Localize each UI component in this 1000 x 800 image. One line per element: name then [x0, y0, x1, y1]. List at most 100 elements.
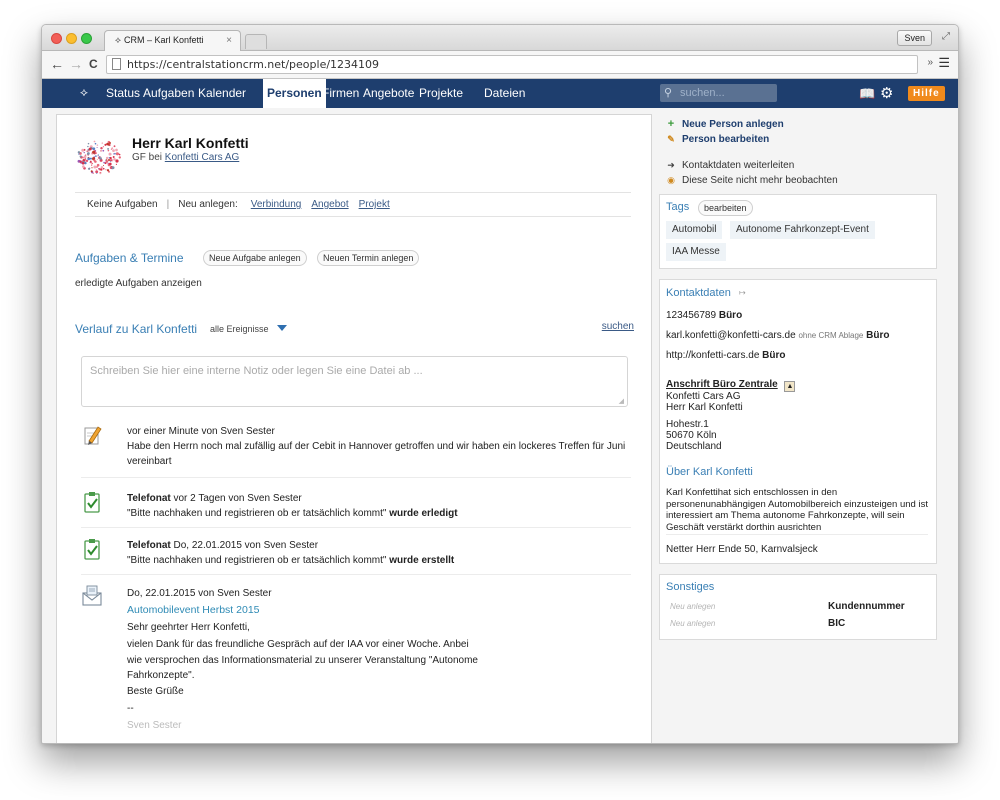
- confetti-dot: [101, 142, 104, 144]
- pencil-icon: ✎: [667, 134, 675, 144]
- nav-firmen[interactable]: Firmen: [318, 79, 363, 108]
- url-input[interactable]: https://centralstationcrm.net/people/123…: [106, 55, 918, 74]
- confetti-dot: [95, 169, 98, 171]
- nav-aufgaben[interactable]: Aufgaben: [139, 79, 198, 108]
- confetti-dot: [105, 160, 109, 163]
- event-body: Telefonat Do, 22.01.2015 von Sven Sester…: [127, 538, 627, 568]
- close-window-button[interactable]: [51, 33, 62, 44]
- confetti-dot: [94, 142, 97, 145]
- gear-icon[interactable]: ⚙: [880, 84, 893, 102]
- confetti-dot: [115, 159, 119, 163]
- confetti-dot: [96, 144, 99, 146]
- confetti-dot: [108, 162, 112, 166]
- new-task-button[interactable]: Neue Aufgabe anlegen: [203, 250, 307, 266]
- book-icon[interactable]: 📖: [859, 86, 875, 102]
- forward-icon: ➜: [667, 160, 675, 170]
- fullscreen-icon[interactable]: ⤢: [942, 31, 950, 42]
- nav-projekte[interactable]: Projekte: [415, 79, 467, 108]
- event-type: Telefonat: [127, 540, 171, 551]
- confetti-dot: [109, 159, 112, 162]
- misc-panel: Sonstiges Neu anlegen Kundennummer Neu a…: [659, 574, 937, 640]
- event-filter-dropdown[interactable]: alle Ereignisse: [210, 324, 269, 334]
- divider: [81, 527, 631, 528]
- avatar: [77, 140, 121, 175]
- unwatch-link[interactable]: ◉ Diese Seite nicht mehr beobachten: [665, 173, 838, 188]
- show-done-link[interactable]: erledigte Aufgaben anzeigen: [75, 278, 202, 289]
- new-event-button[interactable]: Neuen Termin anlegen: [317, 250, 420, 266]
- extensions-icon[interactable]: »: [927, 57, 933, 68]
- email-line: wie versprochen das Informationsmaterial…: [127, 655, 478, 666]
- eye-icon: ◉: [667, 175, 675, 185]
- forward-small-icon[interactable]: ↦: [739, 288, 746, 297]
- event-quote-line: "Bitte nachhaken und registrieren ob er …: [127, 506, 627, 521]
- resize-handle-icon[interactable]: ◢: [619, 397, 624, 405]
- event-quote: "Bitte nachhaken und registrieren ob er …: [127, 555, 387, 566]
- note-input[interactable]: Schreiben Sie hier eine interne Notiz od…: [81, 356, 628, 407]
- forward-contact-link[interactable]: ➜ Kontaktdaten weiterleiten: [665, 158, 838, 173]
- confetti-dot: [103, 161, 105, 164]
- phone-type: Büro: [718, 310, 743, 321]
- create-hint[interactable]: Neu anlegen: [670, 619, 715, 628]
- confetti-dot: [113, 158, 116, 161]
- new-offer-link[interactable]: Angebot: [311, 199, 348, 210]
- create-hint[interactable]: Neu anlegen: [670, 602, 715, 611]
- confetti-dot: [99, 156, 102, 158]
- confetti-dot: [87, 152, 90, 155]
- contact-title: Kontaktdaten: [666, 287, 731, 299]
- title-bar: ⟡ CRM – Karl Konfetti × Sven ⤢: [42, 25, 958, 51]
- company-link[interactable]: Konfetti Cars AG: [165, 152, 239, 163]
- email-address[interactable]: karl.konfetti@konfetti-cars.de: [666, 330, 796, 341]
- address-line: 50670 Köln: [666, 430, 717, 441]
- back-icon[interactable]: ←: [50, 56, 64, 72]
- confetti-dot: [115, 163, 117, 165]
- map-icon[interactable]: ▲: [784, 381, 796, 392]
- tag-item[interactable]: Autonome Fahrkonzept-Event: [730, 221, 875, 239]
- browser-tab[interactable]: ⟡ CRM – Karl Konfetti ×: [104, 30, 241, 51]
- tag-item[interactable]: Automobil: [666, 221, 723, 239]
- tag-item[interactable]: IAA Messe: [666, 243, 726, 261]
- tags-title: Tags: [666, 201, 690, 213]
- confetti-dot: [100, 166, 104, 169]
- nav-kalender[interactable]: Kalender: [194, 79, 250, 108]
- website-link[interactable]: http://konfetti-cars.de: [666, 350, 759, 361]
- confetti-dot: [108, 152, 112, 156]
- new-connection-link[interactable]: Verbindung: [251, 199, 302, 210]
- nav-personen[interactable]: Personen: [263, 79, 326, 108]
- no-tasks-label: Keine Aufgaben: [87, 199, 158, 210]
- about-extra: Netter Herr Ende 50, Karnvalsjeck: [666, 544, 818, 555]
- confetti-dot: [82, 165, 85, 168]
- web-type: Büro: [762, 350, 786, 361]
- email-subject-link[interactable]: Automobilevent Herbst 2015: [127, 602, 627, 619]
- new-tab-button[interactable]: [245, 34, 267, 49]
- address-line: Deutschland: [666, 441, 722, 452]
- email-line: Sven Sester: [127, 720, 182, 731]
- confetti-dot: [81, 148, 85, 152]
- page-icon: [112, 58, 121, 70]
- phone-number[interactable]: 123456789: [666, 310, 716, 321]
- menu-icon[interactable]: ☰: [938, 55, 950, 71]
- nav-status[interactable]: Status: [102, 79, 144, 108]
- confetti-dot: [96, 166, 98, 168]
- new-person-link[interactable]: + Neue Person anlegen: [665, 117, 838, 132]
- divider: [75, 192, 631, 193]
- confetti-dot: [112, 149, 115, 152]
- nav-dateien[interactable]: Dateien: [480, 79, 529, 108]
- reload-icon[interactable]: C: [89, 57, 98, 71]
- close-tab-icon[interactable]: ×: [226, 31, 232, 50]
- search-input[interactable]: ⚲ suchen...: [660, 84, 777, 102]
- history-search-link[interactable]: suchen: [602, 321, 634, 332]
- edit-person-link[interactable]: ✎ Person bearbeiten: [665, 132, 838, 147]
- email-line: Sehr geehrter Herr Konfetti,: [127, 622, 250, 633]
- forward-icon[interactable]: →: [69, 56, 83, 72]
- new-project-link[interactable]: Projekt: [359, 199, 390, 210]
- help-button[interactable]: Hilfe: [908, 86, 945, 101]
- chevron-down-icon[interactable]: [277, 325, 287, 331]
- logo-icon[interactable]: ⟡: [80, 85, 88, 100]
- confetti-dot: [102, 165, 105, 167]
- minimize-window-button[interactable]: [66, 33, 77, 44]
- profile-button[interactable]: Sven: [897, 30, 932, 46]
- nav-angebote[interactable]: Angebote: [359, 79, 418, 108]
- edit-tags-button[interactable]: bearbeiten: [698, 200, 753, 216]
- zoom-window-button[interactable]: [81, 33, 92, 44]
- bic-label: BIC: [828, 618, 846, 629]
